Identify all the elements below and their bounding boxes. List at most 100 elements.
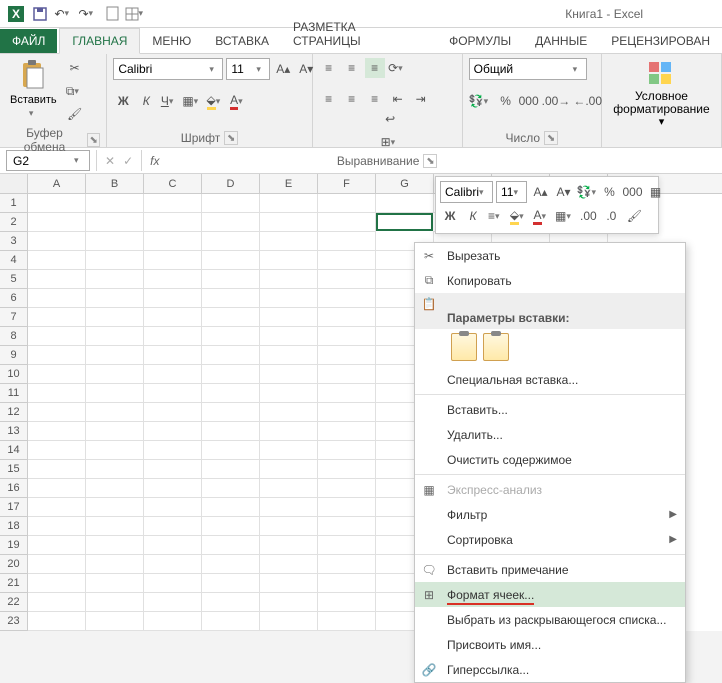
mini-decdec-icon[interactable]: .00	[578, 206, 598, 226]
cell[interactable]	[376, 213, 433, 231]
cell[interactable]	[28, 327, 86, 346]
cell[interactable]	[260, 536, 318, 555]
cell[interactable]	[144, 346, 202, 365]
cell[interactable]	[28, 194, 86, 213]
cell[interactable]	[318, 441, 376, 460]
cancel-icon[interactable]: ✕	[105, 154, 115, 168]
align-top-icon[interactable]: ≡	[319, 58, 339, 78]
tab-formulas[interactable]: ФОРМУЛЫ	[437, 29, 523, 53]
increase-font-icon[interactable]: A▴	[273, 59, 293, 79]
tab-data[interactable]: ДАННЫЕ	[523, 29, 599, 53]
cell[interactable]	[318, 612, 376, 631]
mini-currency-icon[interactable]: 💱▾	[576, 182, 596, 202]
mini-incdec-icon[interactable]: .0	[601, 206, 621, 226]
align-bottom-icon[interactable]: ≡	[365, 58, 385, 78]
row-head[interactable]: 13	[0, 422, 28, 441]
cell[interactable]	[260, 365, 318, 384]
currency-icon[interactable]: 💱▾	[469, 91, 493, 111]
cell[interactable]	[28, 270, 86, 289]
cell[interactable]	[318, 365, 376, 384]
cell[interactable]	[144, 384, 202, 403]
cell[interactable]	[144, 270, 202, 289]
cell[interactable]	[28, 308, 86, 327]
row-head[interactable]: 16	[0, 479, 28, 498]
mini-size-combo[interactable]: 11▾	[496, 181, 527, 203]
col-head[interactable]: A	[28, 174, 86, 193]
cell[interactable]	[86, 422, 144, 441]
inc-decimal-icon[interactable]: .00→	[542, 91, 571, 111]
cm-insert[interactable]: Вставить...	[415, 397, 685, 422]
tab-pagelayout[interactable]: РАЗМЕТКА СТРАНИЦЫ	[281, 15, 437, 53]
cell[interactable]	[28, 517, 86, 536]
cell[interactable]	[28, 536, 86, 555]
font-color-icon[interactable]: A▾	[229, 91, 249, 111]
row-head[interactable]: 15	[0, 460, 28, 479]
cell[interactable]	[86, 555, 144, 574]
cell[interactable]	[144, 498, 202, 517]
cell[interactable]	[318, 536, 376, 555]
mini-percent-icon[interactable]: %	[599, 182, 619, 202]
cm-format-cells[interactable]: ⊞Формат ячеек...	[415, 582, 685, 607]
cell[interactable]	[28, 365, 86, 384]
cell[interactable]	[202, 327, 260, 346]
cell[interactable]	[260, 612, 318, 631]
row-head[interactable]: 22	[0, 593, 28, 612]
cm-filter[interactable]: Фильтр▶	[415, 502, 685, 527]
cell[interactable]	[28, 498, 86, 517]
cell[interactable]	[318, 460, 376, 479]
mini-dec-font-icon[interactable]: A▾	[553, 182, 573, 202]
mini-italic-button[interactable]: К	[463, 206, 483, 226]
cm-insert-comment[interactable]: 🗨Вставить примечание	[415, 557, 685, 582]
cell[interactable]	[144, 232, 202, 251]
cell[interactable]	[202, 612, 260, 631]
cell[interactable]	[144, 213, 202, 232]
row-head[interactable]: 18	[0, 517, 28, 536]
row-head[interactable]: 23	[0, 612, 28, 631]
cell[interactable]	[28, 346, 86, 365]
cell[interactable]	[260, 517, 318, 536]
format-painter-icon[interactable]: 🖌	[65, 104, 85, 124]
cell[interactable]	[86, 612, 144, 631]
mini-painter-icon[interactable]: 🖌	[624, 206, 644, 226]
cell[interactable]	[86, 270, 144, 289]
undo-icon[interactable]: ↶▾	[52, 3, 76, 25]
underline-button[interactable]: Ч▾	[159, 91, 179, 111]
mini-fontcolor-icon[interactable]: A▾	[532, 206, 552, 226]
cell[interactable]	[86, 289, 144, 308]
wrap-text-icon[interactable]: ↩	[325, 109, 456, 129]
cell[interactable]	[260, 574, 318, 593]
copy-icon[interactable]: ⧉▾	[65, 81, 85, 101]
cell[interactable]	[202, 517, 260, 536]
cell[interactable]	[260, 289, 318, 308]
cell[interactable]	[202, 574, 260, 593]
cell[interactable]	[28, 441, 86, 460]
tab-menu[interactable]: Меню	[140, 29, 203, 53]
cell[interactable]	[260, 270, 318, 289]
cell[interactable]	[86, 517, 144, 536]
cell[interactable]	[202, 213, 260, 232]
cell[interactable]	[144, 194, 202, 213]
row-head[interactable]: 4	[0, 251, 28, 270]
cell[interactable]	[28, 460, 86, 479]
cell[interactable]	[202, 289, 260, 308]
cell[interactable]	[260, 232, 318, 251]
cell[interactable]	[260, 422, 318, 441]
align-center-icon[interactable]: ≡	[342, 89, 362, 109]
row-head[interactable]: 14	[0, 441, 28, 460]
cell[interactable]	[202, 441, 260, 460]
cell[interactable]	[144, 536, 202, 555]
cell[interactable]	[318, 194, 376, 213]
cm-hyperlink[interactable]: 🔗Гиперссылка...	[415, 657, 685, 682]
cell[interactable]	[86, 593, 144, 612]
cell[interactable]	[28, 555, 86, 574]
mini-align-icon[interactable]: ≡▾	[486, 206, 506, 226]
align-launcher[interactable]: ⬊	[423, 154, 437, 168]
mini-fill-icon[interactable]: ⬙▾	[509, 206, 529, 226]
cm-sort[interactable]: Сортировка▶	[415, 527, 685, 552]
number-format-combo[interactable]: Общий▾	[469, 58, 587, 80]
font-launcher[interactable]: ⬊	[224, 131, 238, 145]
align-left-icon[interactable]: ≡	[319, 89, 339, 109]
cell[interactable]	[260, 251, 318, 270]
cell[interactable]	[144, 479, 202, 498]
cell[interactable]	[202, 232, 260, 251]
